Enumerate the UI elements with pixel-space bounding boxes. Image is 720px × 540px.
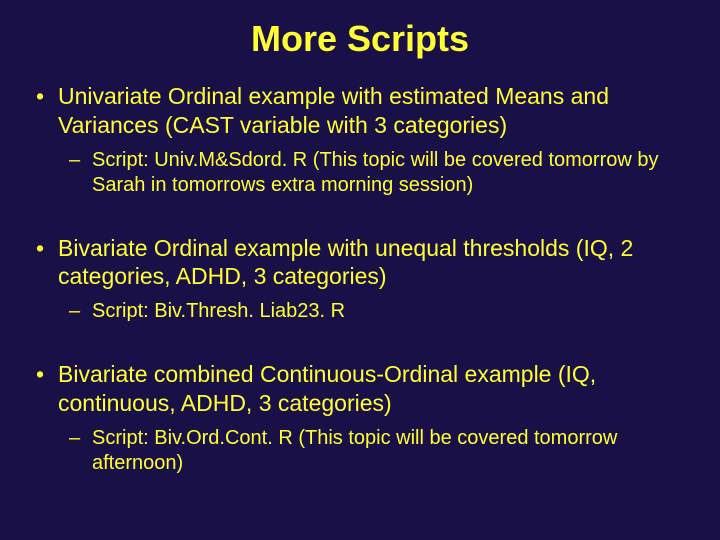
bullet-main: Univariate Ordinal example with estimate…: [30, 82, 690, 140]
bullet-sub: Script: Biv.Ord.Cont. R (This topic will…: [30, 426, 690, 476]
bullet-sub: Script: Biv.Thresh. Liab23. R: [30, 299, 690, 324]
bullet-list: Univariate Ordinal example with estimate…: [30, 82, 690, 476]
bullet-main: Bivariate Ordinal example with unequal t…: [30, 234, 690, 292]
slide: More Scripts Univariate Ordinal example …: [0, 0, 720, 540]
slide-title: More Scripts: [30, 18, 690, 60]
bullet-sub: Script: Univ.M&Sdord. R (This topic will…: [30, 148, 690, 198]
bullet-main: Bivariate combined Continuous-Ordinal ex…: [30, 360, 690, 418]
